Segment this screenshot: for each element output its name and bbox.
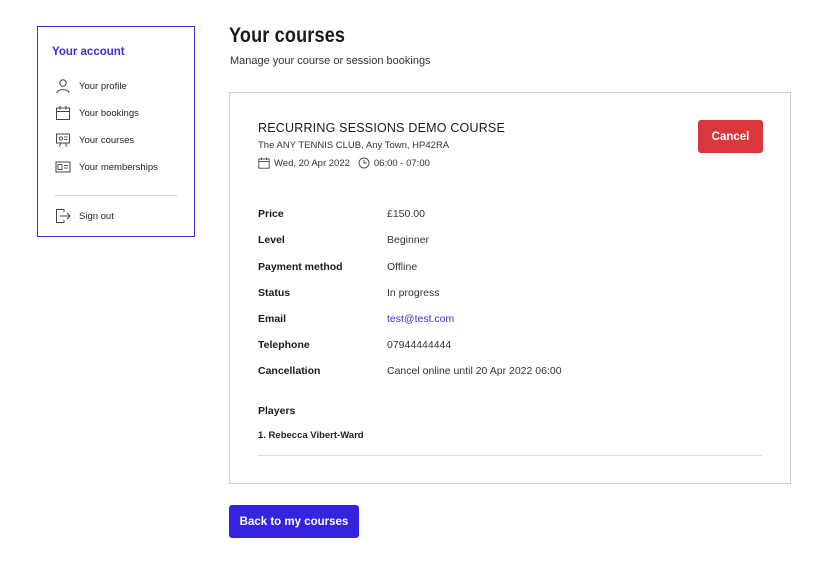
courses-icon [55, 132, 71, 148]
detail-row-email: Email test@test.com [258, 313, 454, 325]
detail-key: Email [258, 313, 287, 325]
detail-row-level: Level Beginner [258, 234, 429, 246]
detail-key: Payment method [258, 261, 343, 273]
calendar-icon [55, 105, 71, 121]
course-date: Wed, 20 Apr 2022 [274, 157, 350, 169]
clock-icon [358, 157, 370, 169]
detail-key: Telephone [258, 339, 310, 351]
calendar-icon [258, 157, 270, 169]
sign-out-link[interactable]: Sign out [55, 208, 114, 224]
sidebar-item-profile[interactable]: Your profile [55, 78, 127, 94]
cancel-button[interactable]: Cancel [698, 120, 763, 153]
card-divider [258, 455, 762, 456]
course-card: RECURRING SESSIONS DEMO COURSE The ANY T… [229, 92, 791, 484]
sidebar-item-label: Your memberships [79, 161, 158, 173]
user-icon [55, 78, 71, 94]
detail-row-payment-method: Payment method Offline [258, 261, 417, 273]
detail-row-price: Price £150.00 [258, 208, 425, 220]
player-list-item: 1. Rebecca Vibert-Ward [258, 430, 364, 441]
course-schedule: Wed, 20 Apr 2022 06:00 - 07:00 [258, 157, 430, 169]
sidebar-divider [54, 195, 178, 196]
page-subtitle: Manage your course or session bookings [230, 55, 431, 67]
sidebar-item-memberships[interactable]: Your memberships [55, 159, 158, 175]
sidebar-title: Your account [52, 46, 125, 58]
page-title: Your courses [229, 24, 346, 47]
course-time: 06:00 - 07:00 [373, 157, 430, 169]
detail-row-telephone: Telephone 07944444444 [258, 339, 451, 351]
detail-key: Cancellation [258, 365, 321, 377]
sidebar-item-label: Your courses [79, 134, 135, 146]
detail-row-cancellation: Cancellation Cancel online until 20 Apr … [258, 365, 562, 377]
course-venue: The ANY TENNIS CLUB, Any Town, HP42RA [258, 140, 450, 151]
sidebar-item-label: Your profile [79, 80, 127, 92]
detail-key: Price [258, 208, 284, 220]
detail-value: Cancel online until 20 Apr 2022 06:00 [387, 365, 562, 377]
course-name: RECURRING SESSIONS DEMO COURSE [258, 121, 506, 135]
sign-out-label: Sign out [79, 210, 114, 222]
players-heading: Players [258, 405, 296, 417]
detail-row-status: Status In progress [258, 287, 440, 299]
back-to-courses-button[interactable]: Back to my courses [229, 505, 359, 538]
detail-value: 07944444444 [387, 339, 452, 351]
sidebar-item-label: Your bookings [79, 107, 139, 119]
sign-out-icon [55, 208, 71, 224]
detail-key: Level [258, 234, 285, 246]
sidebar-item-bookings[interactable]: Your bookings [55, 105, 139, 121]
detail-value: £150.00 [387, 208, 425, 220]
detail-value: Offline [387, 261, 418, 273]
detail-value: In progress [387, 287, 440, 299]
sidebar-item-courses[interactable]: Your courses [55, 132, 134, 148]
email-link[interactable]: test@test.com [387, 313, 454, 325]
detail-value: Beginner [387, 234, 430, 246]
detail-key: Status [258, 287, 291, 299]
membership-card-icon [55, 159, 71, 175]
account-sidebar: Your account Your profile Your bookings … [37, 26, 195, 237]
